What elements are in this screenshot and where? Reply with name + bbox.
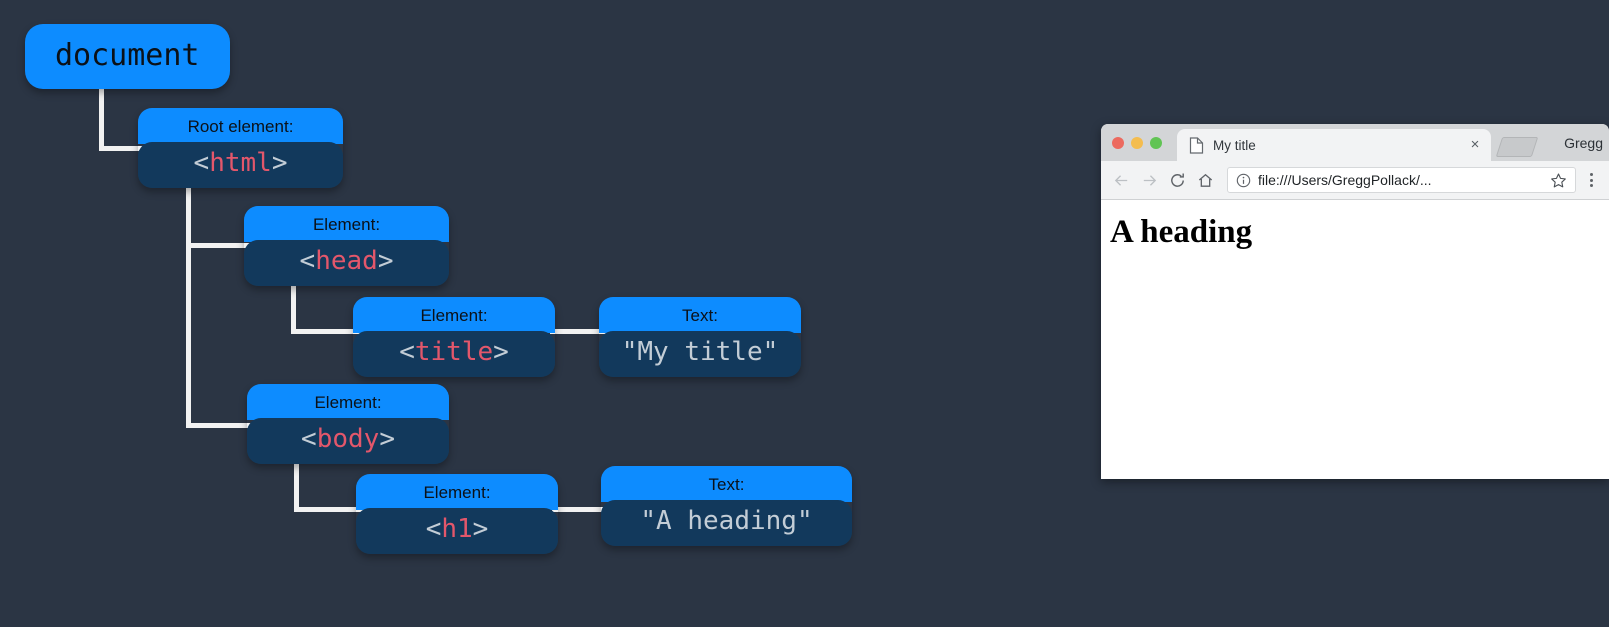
node-head-tag: head [315,246,378,276]
node-body-open-bracket: < [301,424,317,454]
tab-close-icon[interactable]: × [1467,137,1483,153]
node-head-code: <head> [244,240,449,287]
node-head-close-bracket: > [377,246,394,276]
node-h1-text-value: "A heading" [601,500,852,547]
node-body-kind: Element: [247,384,449,420]
browser-tab-strip: My title × Gregg [1101,124,1609,161]
home-button[interactable] [1191,166,1219,194]
page-favicon-icon [1189,136,1204,154]
address-bar[interactable]: file:///Users/GreggPollack/... [1227,167,1576,193]
connector-html-to-head [186,243,252,248]
arrow-left-icon [1114,174,1127,186]
minimize-traffic-light-icon[interactable] [1131,137,1143,149]
browser-viewport: A heading [1101,200,1609,479]
address-bar-url: file:///Users/GreggPollack/... [1258,172,1432,188]
home-icon [1198,173,1212,187]
browser-window: My title × Gregg file:///Users/GreggPoll… [1101,124,1609,479]
page-heading: A heading [1110,214,1253,250]
menu-dot-3 [1589,184,1593,187]
arrow-right-icon [1143,174,1156,186]
bookmark-star-icon[interactable] [1550,172,1567,189]
browser-tab[interactable]: My title × [1177,129,1491,161]
node-html-tag: html [209,148,272,178]
browser-menu-button[interactable] [1581,173,1603,187]
back-button[interactable] [1107,166,1135,194]
node-body-tag: body [316,424,380,454]
new-tab-button[interactable] [1495,137,1539,157]
window-traffic-lights [1112,137,1162,149]
node-h1-text[interactable]: Text: "A heading" [601,466,852,547]
node-title-open-bracket: < [399,337,415,367]
node-title-tag: title [414,337,494,367]
node-h1-text-kind: Text: [601,466,852,502]
node-html[interactable]: Root element: <html> [138,108,343,189]
reload-icon [1170,172,1184,187]
zoom-traffic-light-icon[interactable] [1150,137,1162,149]
node-html-close-bracket: > [271,148,288,178]
node-h1-code: <h1> [356,508,558,555]
reload-button[interactable] [1163,166,1191,194]
node-title-text[interactable]: Text: "My title" [599,297,801,378]
node-html-code: <html> [138,142,343,189]
menu-dot-1 [1589,173,1593,176]
connector-html-trunk [186,180,191,428]
profile-name-label[interactable]: Gregg [1564,135,1603,151]
connector-head-to-title [291,329,361,334]
forward-button[interactable] [1135,166,1163,194]
browser-tab-title: My title [1213,137,1256,153]
node-title-close-bracket: > [493,337,509,367]
connector-body-to-h1 [294,507,364,512]
node-html-kind: Root element: [138,108,343,144]
info-circle-icon[interactable] [1236,173,1251,188]
node-head-open-bracket: < [299,246,316,276]
node-h1-close-bracket: > [472,514,489,544]
node-h1-tag: h1 [441,514,473,544]
close-traffic-light-icon[interactable] [1112,137,1124,149]
node-h1[interactable]: Element: <h1> [356,474,558,555]
node-document-label: document [55,38,200,73]
node-title-text-kind: Text: [599,297,801,333]
node-title-code: <title> [353,331,555,378]
node-title-kind: Element: [353,297,555,333]
node-body-code: <body> [247,418,449,465]
connector-html-to-body [186,423,252,428]
node-title[interactable]: Element: <title> [353,297,555,378]
node-h1-open-bracket: < [425,514,442,544]
node-html-open-bracket: < [193,148,210,178]
node-title-text-value: "My title" [599,331,801,378]
node-head[interactable]: Element: <head> [244,206,449,287]
dom-tree-diagram: document Root element: <html> Element: <… [0,0,1100,627]
node-h1-kind: Element: [356,474,558,510]
node-body-close-bracket: > [379,424,395,454]
node-body[interactable]: Element: <body> [247,384,449,465]
node-head-kind: Element: [244,206,449,242]
menu-dot-2 [1589,178,1593,182]
browser-toolbar: file:///Users/GreggPollack/... [1101,161,1609,200]
node-document[interactable]: document [25,24,230,89]
